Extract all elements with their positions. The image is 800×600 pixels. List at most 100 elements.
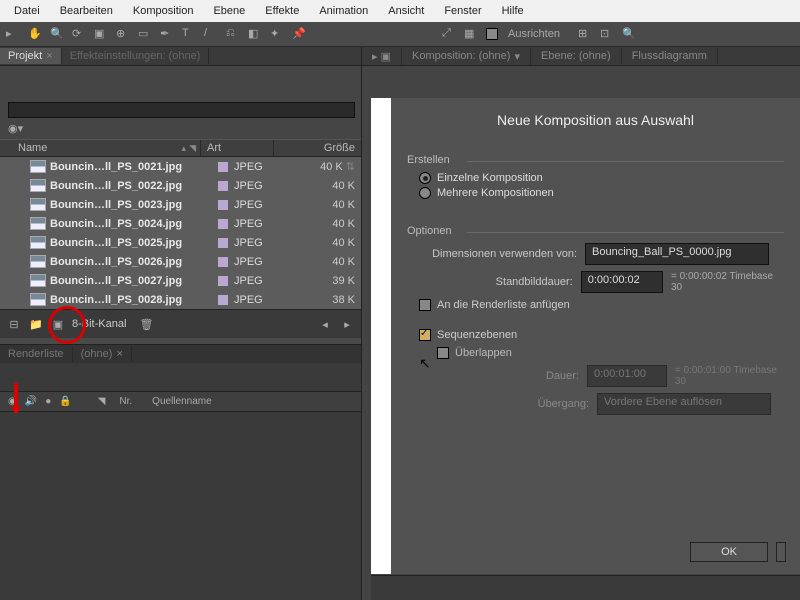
file-thumb-icon: [30, 217, 46, 230]
column-size-header[interactable]: Größe: [274, 140, 361, 156]
ok-button[interactable]: OK: [690, 542, 768, 562]
grid-icon[interactable]: ▦: [464, 27, 478, 41]
duration-hint: = 0:00:01:00 Timebase 30: [675, 365, 784, 387]
radio-single-comp[interactable]: Einzelne Komposition: [419, 172, 784, 184]
menu-effekte[interactable]: Effekte: [255, 2, 309, 20]
still-duration-hint: = 0:00:00:02 Timebase 30: [671, 271, 784, 293]
label-swatch[interactable]: [218, 295, 228, 305]
file-row[interactable]: Bouncin…ll_PS_0027.jpgJPEG39 K: [0, 271, 361, 290]
hand-tool-icon[interactable]: ✋: [28, 27, 42, 41]
new-folder-icon[interactable]: 📁: [28, 316, 44, 332]
scroll-right-icon[interactable]: ▸: [339, 316, 355, 332]
label-swatch[interactable]: [218, 257, 228, 267]
scroll-left-icon[interactable]: ◂: [317, 316, 333, 332]
label-swatch[interactable]: [218, 238, 228, 248]
file-row[interactable]: Bouncin…ll_PS_0022.jpgJPEG40 K: [0, 176, 361, 195]
renderlist-tab[interactable]: Renderliste: [0, 346, 73, 362]
audio-column-icon[interactable]: 🔊: [25, 396, 37, 407]
anchor-tool-icon[interactable]: ⊕: [116, 27, 130, 41]
still-duration-input[interactable]: 0:00:00:02: [581, 271, 663, 293]
file-thumb-icon: [30, 255, 46, 268]
comp-prefix-icon[interactable]: ▸ ▣: [362, 48, 402, 65]
camera-tool-icon[interactable]: ▣: [94, 27, 108, 41]
menu-hilfe[interactable]: Hilfe: [492, 2, 534, 20]
file-type: JPEG: [234, 237, 263, 249]
lock-column-icon[interactable]: 🔒: [59, 396, 71, 407]
project-tab[interactable]: Projekt×: [0, 48, 62, 64]
trash-icon[interactable]: 🗑: [138, 316, 154, 332]
menu-fenster[interactable]: Fenster: [434, 2, 491, 20]
text-tool-icon[interactable]: T: [182, 27, 196, 41]
project-file-list: Bouncin…ll_PS_0021.jpgJPEG40 K ⇅Bouncin……: [0, 157, 361, 309]
menu-animation[interactable]: Animation: [309, 2, 378, 20]
new-comp-icon[interactable]: ▣: [50, 316, 66, 332]
sequence-layers-checkbox[interactable]: [419, 329, 431, 341]
align-icon[interactable]: ⊞: [578, 27, 592, 41]
column-art-header[interactable]: Art: [201, 140, 274, 156]
menu-datei[interactable]: Datei: [4, 2, 50, 20]
file-name: Bouncin…ll_PS_0024.jpg: [50, 218, 182, 230]
file-size: 39 K: [284, 275, 361, 287]
label-swatch[interactable]: [218, 276, 228, 286]
layer-tab[interactable]: Ebene: (ohne): [531, 48, 622, 64]
distribute-icon[interactable]: ⊡: [600, 27, 614, 41]
filter-dropdown-icon[interactable]: ◉▾: [8, 122, 23, 135]
stamp-tool-icon[interactable]: ⎌: [226, 27, 240, 41]
add-to-renderlist-checkbox[interactable]: [419, 299, 431, 311]
transition-dropdown: Vordere Ebene auflösen: [597, 393, 771, 415]
menu-bearbeiten[interactable]: Bearbeiten: [50, 2, 123, 20]
snap-icon[interactable]: ⤢: [442, 27, 456, 41]
solo-column-icon[interactable]: ●: [45, 396, 51, 407]
radio-multiple-comp[interactable]: Mehrere Kompositionen: [419, 187, 784, 199]
file-row[interactable]: Bouncin…ll_PS_0024.jpgJPEG40 K: [0, 214, 361, 233]
overlap-checkbox[interactable]: [437, 347, 449, 359]
file-name: Bouncin…ll_PS_0028.jpg: [50, 294, 182, 306]
search-icon[interactable]: 🔍: [622, 27, 636, 41]
timeline-none-tab[interactable]: (ohne)×: [73, 346, 132, 362]
rotate-tool-icon[interactable]: ⟳: [72, 27, 86, 41]
zoom-tool-icon[interactable]: 🔍: [50, 27, 64, 41]
file-row[interactable]: Bouncin…ll_PS_0025.jpgJPEG40 K: [0, 233, 361, 252]
menu-ebene[interactable]: Ebene: [203, 2, 255, 20]
composition-tab[interactable]: Komposition: (ohne) ▾: [402, 48, 531, 65]
selection-tool-icon[interactable]: ▸: [6, 27, 20, 41]
nr-column-header[interactable]: Nr.: [113, 396, 138, 407]
timeline-panel: Renderliste (ohne)× ◉ 🔊 ● 🔒 ◥ Nr. Quelle…: [0, 344, 361, 600]
shape-tool-icon[interactable]: ▭: [138, 27, 152, 41]
flowchart-tab[interactable]: Flussdiagramm: [622, 48, 718, 64]
ausrichten-checkbox[interactable]: Ausrichten: [486, 28, 560, 40]
column-name-header[interactable]: Name ▴◥: [0, 140, 201, 156]
puppet-tool-icon[interactable]: 📌: [292, 27, 306, 41]
next-button[interactable]: [776, 542, 786, 562]
file-row[interactable]: Bouncin…ll_PS_0026.jpgJPEG40 K: [0, 252, 361, 271]
add-to-renderlist-label: An die Renderliste anfügen: [437, 299, 570, 311]
duration-input: 0:00:01:00: [587, 365, 667, 387]
brush-tool-icon[interactable]: /: [204, 27, 218, 41]
dimensions-dropdown[interactable]: Bouncing_Ball_PS_0000.jpg: [585, 243, 769, 265]
label-swatch[interactable]: [218, 162, 228, 172]
eraser-tool-icon[interactable]: ◧: [248, 27, 262, 41]
label-swatch[interactable]: [218, 219, 228, 229]
file-thumb-icon: [30, 236, 46, 249]
label-swatch[interactable]: [218, 181, 228, 191]
sort-icon[interactable]: ▴: [182, 143, 187, 154]
file-type: JPEG: [234, 199, 263, 211]
file-size: 40 K: [284, 218, 361, 230]
interpret-footage-icon[interactable]: ⊟: [6, 316, 22, 332]
file-size: 40 K: [284, 256, 361, 268]
still-duration-label: Standbilddauer:: [407, 276, 581, 288]
file-row[interactable]: Bouncin…ll_PS_0028.jpgJPEG38 K: [0, 290, 361, 309]
label-swatch[interactable]: [218, 200, 228, 210]
bit-depth-label[interactable]: 8-Bit-Kanal: [72, 318, 126, 330]
effect-settings-tab[interactable]: Effekteinstellungen: (ohne): [62, 48, 210, 64]
file-row[interactable]: Bouncin…ll_PS_0023.jpgJPEG40 K: [0, 195, 361, 214]
quellenname-column-header[interactable]: Quellenname: [146, 396, 217, 407]
menu-komposition[interactable]: Komposition: [123, 2, 204, 20]
left-panel: Projekt× Effekteinstellungen: (ohne) ◉▾ …: [0, 47, 362, 600]
project-search-input[interactable]: [8, 102, 355, 118]
file-row[interactable]: Bouncin…ll_PS_0021.jpgJPEG40 K ⇅: [0, 157, 361, 176]
roto-tool-icon[interactable]: ✦: [270, 27, 284, 41]
menu-ansicht[interactable]: Ansicht: [378, 2, 434, 20]
label-column-icon[interactable]: ◥: [98, 396, 106, 407]
pen-tool-icon[interactable]: ✒: [160, 27, 174, 41]
